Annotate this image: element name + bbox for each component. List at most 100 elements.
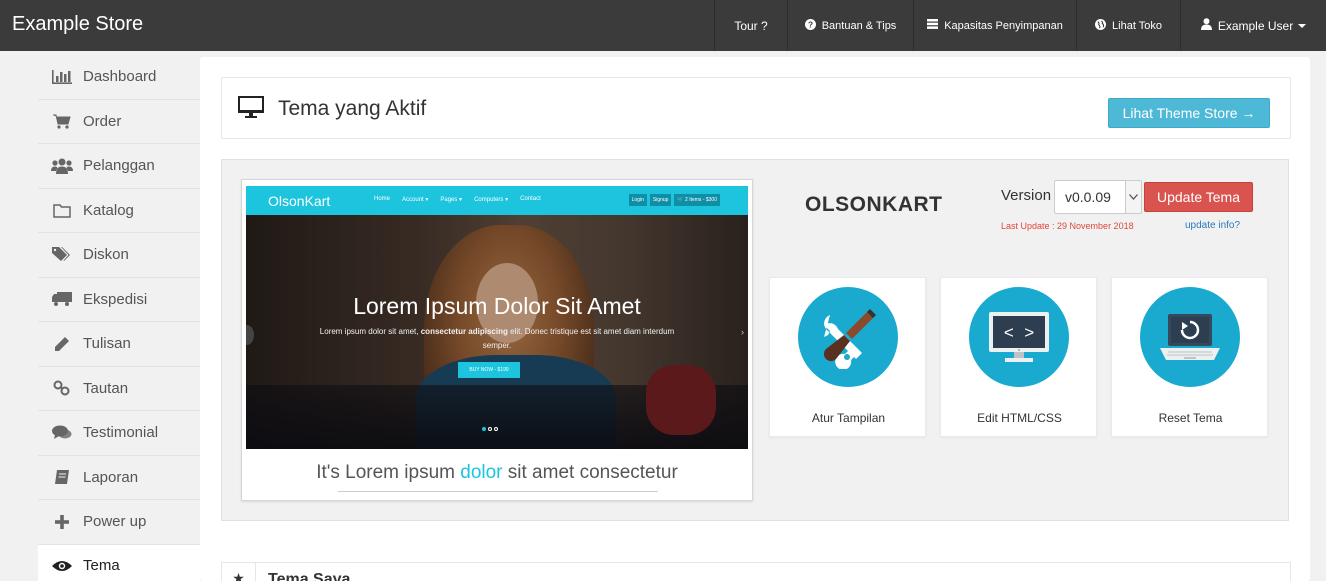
version-value: v0.0.09: [1065, 189, 1111, 205]
user-icon: [1200, 18, 1212, 33]
version-label: Version: [1001, 187, 1052, 204]
sidebar-item-label: Katalog: [83, 201, 134, 219]
active-theme-panel: OlsonKart Home Account ▾ Pages ▾ Compute…: [221, 159, 1289, 521]
top-navbar: Example Store Tour ? ? Bantuan & Tips Ka…: [0, 0, 1326, 51]
tags-icon: [50, 246, 74, 264]
preview-divider: [338, 491, 658, 492]
hero-sub-bold: consectetur adipiscing: [420, 327, 508, 336]
version-select[interactable]: v0.0.09: [1054, 180, 1142, 214]
carousel-next-icon: ›: [741, 327, 744, 337]
view-store-link[interactable]: Lihat Toko: [1076, 0, 1180, 51]
preview-hero-subtitle: Lorem ipsum dolor sit amet, consectetur …: [306, 325, 688, 353]
chevron-down-icon: [1125, 181, 1141, 213]
folder-icon: [50, 201, 74, 219]
sidebar-item-label: Pelanggan: [83, 157, 155, 175]
comments-icon: [50, 424, 74, 442]
sidebar-item-label: Tema: [83, 557, 120, 574]
preview-links: Home Account ▾ Pages ▾ Computers ▾ Conta…: [374, 196, 541, 203]
svg-text:?: ?: [808, 20, 813, 29]
chevron-down-icon: [1298, 23, 1307, 28]
sidebar-item-diskon[interactable]: Diskon: [38, 233, 200, 278]
sidebar-item-label: Order: [83, 112, 122, 130]
top-nav: Tour ? ? Bantuan & Tips Kapasitas Penyim…: [714, 0, 1326, 51]
update-theme-button[interactable]: Update Tema: [1144, 182, 1253, 212]
tour-label: Tour ?: [734, 18, 768, 33]
help-tips-link[interactable]: ? Bantuan & Tips: [787, 0, 913, 51]
sidebar-item-pelanggan[interactable]: Pelanggan: [38, 144, 200, 189]
preview-signup: Signup: [649, 194, 672, 206]
sidebar-item-label: Tulisan: [83, 335, 131, 353]
page-title: Tema yang Aktif: [278, 97, 427, 120]
last-update-text: Last Update : 29 November 2018: [1001, 221, 1134, 231]
preview-tagline: It's Lorem ipsum dolor sit amet consecte…: [242, 462, 752, 484]
theme-preview[interactable]: OlsonKart Home Account ▾ Pages ▾ Compute…: [241, 179, 753, 501]
tagline-highlight: dolor: [460, 462, 503, 483]
preview-link: Computers ▾: [474, 197, 509, 203]
sidebar-item-tulisan[interactable]: Tulisan: [38, 322, 200, 367]
preview-login: Login: [628, 194, 647, 206]
preview-link: Contact: [520, 196, 541, 202]
theme-name: OLSONKART: [805, 193, 943, 216]
action-label: Atur Tampilan: [811, 411, 886, 425]
sidebar-item-label: Laporan: [83, 468, 139, 486]
cart-icon: [50, 112, 74, 130]
my-themes-section: ★ Tema Saya: [221, 562, 1291, 581]
preview-link: Home: [374, 196, 391, 202]
sidebar-item-tema[interactable]: Tema: [38, 544, 200, 581]
preview-hero-image: Lorem Ipsum Dolor Sit Amet Lorem ipsum d…: [246, 215, 748, 449]
sidebar-item-tautan[interactable]: Tautan: [38, 367, 200, 411]
reset-theme-card[interactable]: Reset Tema: [1111, 277, 1268, 437]
hero-sub-text: Lorem ipsum dolor sit amet,: [319, 327, 419, 336]
book-icon: [50, 468, 74, 486]
preview-cart: 🛒 2 Items - $300: [674, 194, 720, 206]
sidebar-item-dashboard[interactable]: Dashboard: [38, 55, 200, 100]
action-label: Edit HTML/CSS: [977, 411, 1062, 425]
carousel-dot: [482, 427, 486, 431]
action-label: Reset Tema: [1158, 411, 1223, 425]
edit-html-css-card[interactable]: < > Edit HTML/CSS: [940, 277, 1097, 437]
users-icon: [50, 157, 74, 175]
view-store-label: Lihat Toko: [1112, 19, 1162, 32]
customize-display-card[interactable]: Atur Tampilan: [769, 277, 926, 437]
star-icon: ★: [222, 563, 256, 581]
carousel-dot: [494, 427, 498, 431]
help-tips-label: Bantuan & Tips: [821, 19, 897, 32]
update-info-link[interactable]: update info?: [1185, 220, 1240, 231]
preview-hero-title: Lorem Ipsum Dolor Sit Amet: [353, 293, 641, 319]
carousel-dot: [488, 427, 492, 431]
brand-name[interactable]: Example Store: [12, 13, 143, 36]
sidebar-item-laporan[interactable]: Laporan: [38, 456, 200, 500]
server-icon: [927, 19, 939, 32]
sidebar-item-power-up[interactable]: Power up: [38, 500, 200, 545]
sidebar-item-label: Diskon: [83, 246, 129, 264]
sidebar-item-ekspedisi[interactable]: Ekspedisi: [38, 278, 200, 322]
sidebar-item-order[interactable]: Order: [38, 100, 200, 144]
preview-buttons: Login Signup 🛒 2 Items - $300: [628, 194, 720, 206]
sidebar-item-label: Power up: [83, 513, 147, 531]
reset-laptop-icon: [1140, 287, 1240, 387]
preview-carousel-dots: [482, 427, 498, 431]
tagline-text: sit amet consectetur: [507, 462, 678, 483]
preview-navbar: OlsonKart Home Account ▾ Pages ▾ Compute…: [246, 186, 748, 215]
tour-link[interactable]: Tour ?: [714, 0, 787, 51]
globe-icon: [1095, 18, 1107, 33]
hero-sub-text: elit. Donec tristique est sit amet diam …: [482, 327, 675, 350]
user-menu[interactable]: Example User: [1180, 0, 1326, 51]
active-theme-header: Tema yang Aktif Lihat Theme Store →: [221, 77, 1291, 139]
bar-chart-icon: [50, 68, 74, 86]
code-monitor-icon: < >: [969, 287, 1069, 387]
preview-link: Pages ▾: [440, 197, 463, 203]
sidebar-item-label: Ekspedisi: [83, 290, 148, 308]
sidebar-item-label: Dashboard: [83, 68, 157, 86]
monitor-icon: [238, 96, 264, 123]
question-circle-icon: ?: [804, 18, 816, 33]
view-theme-store-button[interactable]: Lihat Theme Store →: [1108, 98, 1270, 128]
user-name: Example User: [1217, 18, 1294, 33]
svg-text:< >: < >: [1004, 325, 1035, 344]
main-content: Tema yang Aktif Lihat Theme Store → Olso…: [200, 57, 1310, 581]
sidebar-item-katalog[interactable]: Katalog: [38, 189, 200, 233]
sidebar: Dashboard Order Pelanggan Katalog Diskon…: [38, 55, 200, 581]
eye-icon: [50, 557, 74, 575]
sidebar-item-testimonial[interactable]: Testimonial: [38, 411, 200, 456]
storage-capacity-link[interactable]: Kapasitas Penyimpanan: [913, 0, 1076, 51]
